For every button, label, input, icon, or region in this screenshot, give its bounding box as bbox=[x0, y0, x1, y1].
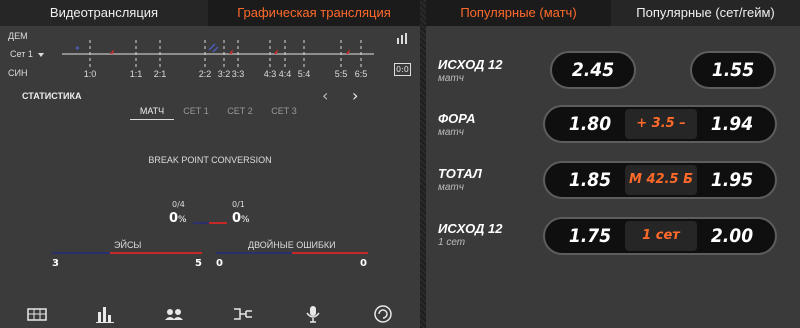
odds-row-total[interactable]: 1.85 М 42.5 Б 1.95 bbox=[543, 161, 777, 199]
market-subtitle: матч bbox=[438, 127, 464, 138]
odd-value: 1.55 bbox=[711, 59, 755, 81]
market-name: ИСХОД 12 bbox=[438, 57, 503, 72]
handicap-line: + 3.5 – bbox=[625, 109, 697, 139]
bp-right-fraction: 0/1 bbox=[232, 200, 245, 209]
game-score-label: 5:5 bbox=[335, 69, 348, 79]
tab-popular-match[interactable]: Популярные (матч) bbox=[426, 0, 611, 26]
subtab-set3[interactable]: СЕТ 3 bbox=[262, 104, 306, 119]
bp-left-value: 0 bbox=[169, 211, 179, 226]
aces-away-value: 5 bbox=[195, 258, 202, 269]
market-subtitle: матч bbox=[438, 73, 464, 84]
game-score-label: 4:3 bbox=[264, 69, 277, 79]
odd-value: 1.94 bbox=[710, 113, 754, 135]
odd-value: 1.75 bbox=[568, 225, 612, 247]
tab-video-stream[interactable]: Видеотрансляция bbox=[0, 0, 208, 26]
game-score-label: 4:4 bbox=[279, 69, 292, 79]
odd-value: 1.85 bbox=[568, 169, 612, 191]
left-tabs: Видеотрансляция Графическая трансляция bbox=[0, 0, 420, 26]
bp-right-percent-sign: % bbox=[241, 215, 250, 225]
bar-chart-icon[interactable] bbox=[396, 32, 410, 44]
point-timeline: 1:0 1:1 2:1 2:2 3:2 3:3 4:3 4:4 5:4 5:5 6:5 ✦ bbox=[62, 40, 374, 79]
df-home-bar bbox=[216, 252, 292, 254]
market-subtitle: 1 сет bbox=[438, 237, 466, 248]
bp-home-bar bbox=[193, 222, 209, 224]
stats-subtabs: МАТЧ СЕТ 1 СЕТ 2 СЕТ 3 bbox=[130, 104, 306, 120]
microphone-icon[interactable] bbox=[302, 304, 324, 324]
game-score-label: 1:0 bbox=[84, 69, 97, 79]
event-away-marker bbox=[346, 49, 350, 54]
event-away-marker bbox=[110, 49, 114, 54]
aces-label: ЭЙСЫ bbox=[114, 240, 142, 250]
df-home-value: 0 bbox=[216, 258, 223, 269]
odd-value: 1.80 bbox=[568, 113, 612, 135]
next-arrow-icon[interactable]: › bbox=[352, 86, 358, 105]
double-faults-label: ДВОЙНЫЕ ОШИБКИ bbox=[248, 240, 336, 250]
game-score-label: 2:1 bbox=[154, 69, 167, 79]
statistics-title: СТАТИСТИКА bbox=[22, 91, 82, 101]
right-panel: Популярные (матч) Популярные (сет/гейм) … bbox=[426, 0, 800, 328]
event-away-marker bbox=[229, 49, 233, 54]
odd-button-2[interactable]: 1.55 bbox=[690, 51, 776, 89]
game-score-label: 5:4 bbox=[298, 69, 311, 79]
game-score-label: 6:5 bbox=[355, 69, 368, 79]
game-score-label: 3:3 bbox=[232, 69, 245, 79]
refresh-icon[interactable] bbox=[372, 304, 394, 324]
odds-row-handicap[interactable]: 1.80 + 3.5 – 1.94 bbox=[543, 105, 777, 143]
aces-away-bar bbox=[110, 252, 202, 254]
odd-value: 2.00 bbox=[710, 225, 754, 247]
set-line: 1 сет bbox=[625, 221, 697, 251]
game-score-label: 1:1 bbox=[130, 69, 143, 79]
tab-graphic-stream[interactable]: Графическая трансляция bbox=[208, 0, 420, 26]
bp-away-bar bbox=[209, 222, 227, 224]
df-away-value: 0 bbox=[360, 258, 367, 269]
subtab-match[interactable]: МАТЧ bbox=[130, 104, 174, 120]
odd-value: 1.95 bbox=[710, 169, 754, 191]
odd-value: 2.45 bbox=[571, 59, 615, 81]
market-subtitle: матч bbox=[438, 182, 464, 193]
bp-left-percent: 0% bbox=[169, 211, 187, 226]
market-name: ИСХОД 12 bbox=[438, 221, 503, 236]
event-away-marker bbox=[274, 49, 278, 54]
prev-arrow-icon[interactable]: ‹ bbox=[322, 86, 328, 105]
bottom-toolbar bbox=[0, 300, 420, 328]
score-toggle[interactable]: 0:0 bbox=[394, 63, 411, 76]
df-away-bar bbox=[292, 252, 368, 254]
bp-left-percent-sign: % bbox=[178, 215, 187, 225]
stats-bars-icon[interactable] bbox=[94, 304, 116, 324]
break-point-title: BREAK POINT CONVERSION bbox=[148, 155, 272, 165]
game-score-label: 3:2 bbox=[218, 69, 231, 79]
bracket-icon[interactable] bbox=[232, 304, 254, 324]
bp-right-percent: 0% bbox=[232, 211, 250, 226]
subtab-set2[interactable]: СЕТ 2 bbox=[218, 104, 262, 119]
event-home-marker: ✦ bbox=[74, 44, 81, 53]
market-name: ФОРА bbox=[438, 111, 476, 126]
total-line: М 42.5 Б bbox=[625, 165, 697, 195]
event-home-marker bbox=[208, 43, 219, 53]
right-tabs: Популярные (матч) Популярные (сет/гейм) bbox=[426, 0, 800, 26]
odd-button-1[interactable]: 2.45 bbox=[550, 51, 636, 89]
bp-left-fraction: 0/4 bbox=[172, 200, 185, 209]
subtab-set1[interactable]: СЕТ 1 bbox=[174, 104, 218, 119]
tab-popular-set[interactable]: Популярные (сет/гейм) bbox=[611, 0, 800, 26]
game-score-label: 2:2 bbox=[199, 69, 212, 79]
aces-home-bar bbox=[52, 252, 110, 254]
aces-home-value: 3 bbox=[52, 258, 59, 269]
odds-row-set[interactable]: 1.75 1 сет 2.00 bbox=[543, 217, 777, 255]
market-name: ТОТАЛ bbox=[438, 166, 482, 181]
left-panel: Видеотрансляция Графическая трансляция Д… bbox=[0, 0, 420, 328]
lineups-icon[interactable] bbox=[163, 304, 185, 324]
bp-right-value: 0 bbox=[232, 211, 242, 226]
scoreboard-icon[interactable] bbox=[26, 304, 48, 324]
